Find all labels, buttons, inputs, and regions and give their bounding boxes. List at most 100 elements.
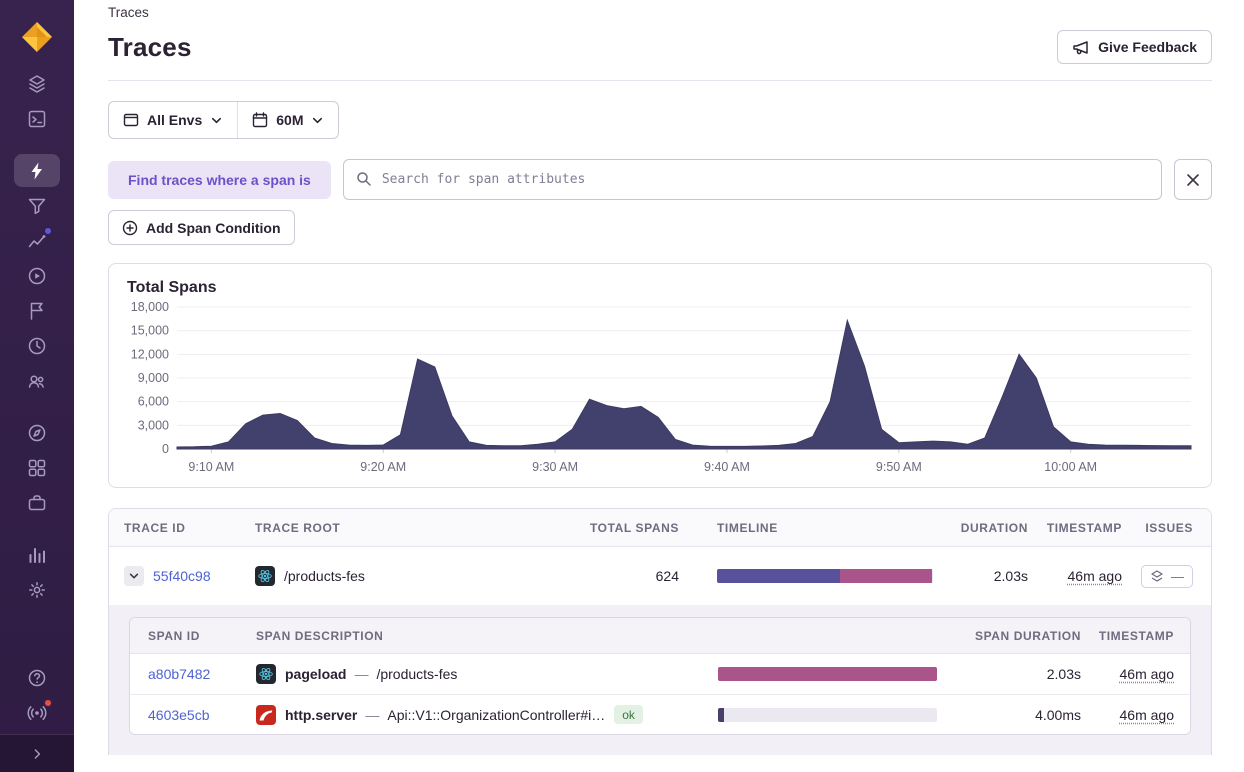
- col-timestamp: TIMESTAMP: [1046, 520, 1122, 535]
- span-timestamp[interactable]: 46m ago: [1120, 666, 1174, 682]
- sidebar-item-flag[interactable]: [14, 294, 60, 327]
- span-timestamp[interactable]: 46m ago: [1120, 707, 1174, 723]
- span-status-badge: ok: [614, 705, 643, 724]
- close-icon: [1185, 172, 1201, 188]
- total-spans-chart-card: Total Spans 0 3,000 6,000 9,000 12,000 15,000…: [108, 263, 1212, 488]
- chart-title: Total Spans: [127, 279, 217, 296]
- react-project-icon: [256, 664, 276, 684]
- clear-search-button[interactable]: [1174, 159, 1212, 200]
- add-span-condition-button[interactable]: Add Span Condition: [108, 210, 295, 245]
- sidebar-item-stats[interactable]: [14, 538, 60, 571]
- span-timeline-bar[interactable]: [718, 667, 937, 681]
- total-spans-value: 624: [655, 568, 679, 584]
- sidebar-item-crons[interactable]: [14, 329, 60, 362]
- span-duration: 4.00ms: [1035, 706, 1081, 723]
- spans-table-header: SPAN ID SPAN DESCRIPTION SPAN DURATION T…: [130, 618, 1190, 654]
- col-total-spans: TOTAL SPANS: [589, 520, 679, 535]
- give-feedback-button[interactable]: Give Feedback: [1057, 30, 1212, 64]
- notification-dot: [43, 698, 53, 708]
- sidebar-item-teams[interactable]: [14, 364, 60, 397]
- megaphone-icon: [1072, 39, 1089, 56]
- circle-plus-icon: [122, 220, 138, 236]
- dashboards-icon: [27, 458, 47, 478]
- sidebar-item-dashboards[interactable]: [14, 451, 60, 484]
- trace-duration: 2.03s: [993, 568, 1028, 584]
- span-attributes-search-input[interactable]: [342, 159, 1162, 200]
- trace-root-cell: /products-fes: [255, 566, 579, 586]
- app-root: Traces Traces Give Feedback All Envs 60M…: [0, 0, 1244, 772]
- time-range-filter-button[interactable]: 60M: [237, 102, 338, 138]
- svg-text:15,000: 15,000: [131, 324, 169, 338]
- span-description: /products-fes: [376, 666, 458, 682]
- sidebar-collapse-toggle[interactable]: [0, 734, 74, 772]
- span-timeline-bar[interactable]: [718, 707, 937, 722]
- col-span-description: SPAN DESCRIPTION: [256, 628, 384, 643]
- timeline-segment: [718, 707, 725, 722]
- col-span-timestamp: TIMESTAMP: [1098, 628, 1174, 643]
- sidebar-item-help[interactable]: [14, 661, 60, 694]
- sidebar-item-broadcast[interactable]: [14, 696, 60, 729]
- flag-icon: [27, 301, 47, 321]
- traces-icon: [27, 161, 47, 181]
- sidebar-item-insights[interactable]: [14, 224, 60, 257]
- timeline-segment: [840, 569, 932, 583]
- sidebar-item-traces[interactable]: [14, 154, 60, 187]
- svg-text:6,000: 6,000: [138, 395, 169, 409]
- svg-text:9:40 AM: 9:40 AM: [704, 460, 750, 474]
- sidebar-item-releases[interactable]: [14, 486, 60, 519]
- span-description: Api::V1::OrganizationController#i…: [387, 706, 606, 723]
- svg-text:9:50 AM: 9:50 AM: [876, 460, 922, 474]
- search-box: [342, 159, 1162, 200]
- svg-text:10:00 AM: 10:00 AM: [1044, 460, 1097, 474]
- sidebar-item-replays[interactable]: [14, 259, 60, 292]
- trace-issues-pill[interactable]: —: [1141, 564, 1193, 588]
- sidebar-item-funnel[interactable]: [14, 189, 60, 222]
- span-row: a80b7482 pageload — /products-fes 2.03s: [130, 654, 1190, 694]
- sentry-logo-icon: [22, 22, 52, 52]
- svg-text:12,000: 12,000: [131, 347, 169, 361]
- svg-text:3,000: 3,000: [138, 418, 169, 432]
- sentry-logo[interactable]: [20, 20, 54, 54]
- sidebar-item-issues[interactable]: [14, 67, 60, 100]
- collapse-trace-button[interactable]: [124, 566, 144, 586]
- explore-icon: [27, 423, 47, 443]
- chevron-down-icon: [210, 114, 223, 127]
- traces-table-header: TRACE ID TRACE ROOT TOTAL SPANS TIMELINE…: [109, 509, 1211, 547]
- sidebar-item-settings[interactable]: [14, 573, 60, 606]
- col-duration: DURATION: [960, 520, 1028, 535]
- separator: —: [354, 666, 369, 682]
- col-span-id: SPAN ID: [148, 628, 200, 643]
- timeline-segment: [717, 569, 841, 583]
- search-scope-label: Find traces where a span is: [108, 160, 331, 199]
- svg-text:0: 0: [162, 442, 169, 456]
- span-op: http.server: [285, 706, 358, 723]
- help-icon: [27, 668, 47, 688]
- funnel-icon: [27, 196, 47, 216]
- trace-timeline-bar[interactable]: [717, 569, 933, 583]
- span-id-link[interactable]: 4603e5cb: [148, 707, 210, 723]
- react-project-icon: [255, 566, 275, 586]
- teams-icon: [27, 371, 47, 391]
- sidebar-item-explore[interactable]: [14, 416, 60, 449]
- environment-filter-button[interactable]: All Envs: [109, 102, 237, 138]
- chevron-down-icon: [128, 570, 140, 582]
- replays-icon: [27, 266, 47, 286]
- main-content: Traces Traces Give Feedback All Envs 60M…: [74, 0, 1244, 772]
- chevron-right-icon: [29, 746, 45, 762]
- filter-bar: All Envs 60M: [108, 101, 340, 139]
- issues-stack-icon: [1150, 569, 1164, 583]
- trace-root-label: /products-fes: [284, 568, 365, 584]
- page-header: Traces Traces Give Feedback: [74, 0, 1244, 81]
- span-op: pageload: [285, 666, 347, 682]
- breadcrumb[interactable]: Traces: [108, 5, 1212, 20]
- trace-timestamp[interactable]: 46m ago: [1068, 568, 1122, 584]
- col-timeline: TIMELINE: [717, 520, 778, 535]
- sidebar-item-projects[interactable]: [14, 102, 60, 135]
- search-icon: [356, 171, 372, 187]
- chevron-down-icon: [311, 114, 324, 127]
- page-title: Traces: [108, 31, 192, 62]
- separator: —: [365, 706, 380, 723]
- trace-id-link[interactable]: 55f40c98: [153, 568, 211, 584]
- span-id-link[interactable]: a80b7482: [148, 666, 210, 682]
- sidebar: [0, 0, 74, 772]
